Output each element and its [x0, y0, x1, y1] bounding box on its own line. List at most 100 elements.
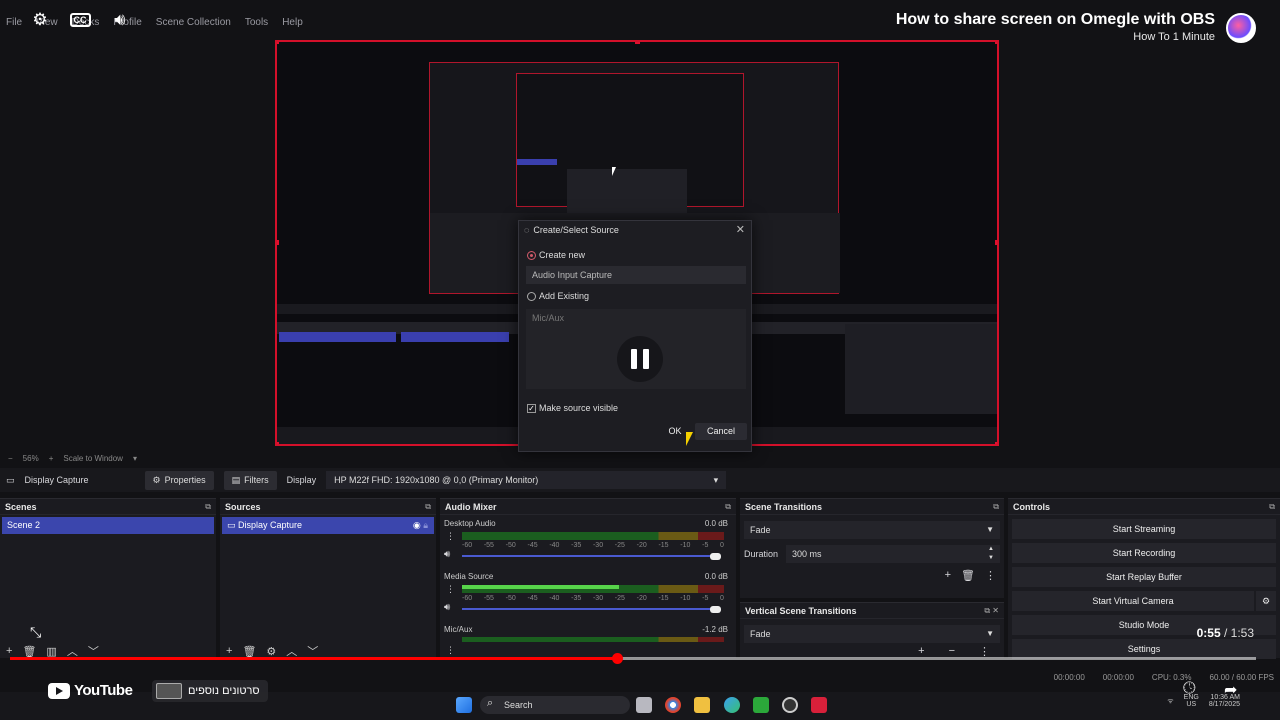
meter-tick: 0 — [720, 542, 724, 549]
preview-zoom-bar: − 56% + Scale to Window ▾ — [0, 451, 300, 465]
volume-slider[interactable] — [462, 608, 720, 610]
sources-dock: Sources ⧉ ▭ Display Capture ◉ 🔒︎ + 🗑︎ ⚙ ︿ ﹀ — [220, 498, 436, 658]
properties-button[interactable]: ⚙ Properties — [144, 470, 214, 490]
make-visible-option[interactable]: ✓ Make source visible — [527, 403, 618, 413]
volume-knob[interactable] — [710, 606, 721, 613]
monitor-icon: ▭ — [227, 520, 239, 530]
gear-icon[interactable]: ⚙ — [29, 9, 51, 31]
meter-tick: -10 — [680, 595, 691, 602]
transition-select[interactable]: Fade ▼ — [744, 521, 1000, 539]
edge-icon[interactable] — [724, 697, 740, 713]
meter-tick: -30 — [592, 595, 604, 602]
nested-preview-frame-2 — [516, 73, 744, 219]
settings-button[interactable]: Settings — [1012, 639, 1276, 659]
zoom-minus-icon[interactable]: − — [8, 454, 13, 463]
source-name-input[interactable]: Audio Input Capture — [526, 266, 746, 284]
spin-icon[interactable]: ▲ ▼ — [988, 545, 994, 563]
display-select[interactable]: HP M22f FHD: 1920x1080 @ 0,0 (Primary Mo… — [326, 471, 727, 489]
gear-icon[interactable]: ⚙ — [1256, 591, 1276, 611]
zoom-plus-icon[interactable]: + — [49, 454, 54, 463]
minimize-player-icon[interactable]: ⤡ — [30, 624, 41, 641]
add-icon[interactable]: + — [945, 569, 951, 582]
undock-icon[interactable]: ⧉ — [993, 502, 999, 512]
obs-menubar: File View Docks Profile Scene Collection… — [0, 12, 400, 34]
captions-icon[interactable]: CC — [69, 9, 91, 31]
menu-scene-collection[interactable]: Scene Collection — [156, 12, 231, 34]
add-existing-option[interactable]: Add Existing — [527, 291, 589, 301]
start-recording-button[interactable]: Start Recording — [1012, 543, 1276, 563]
cancel-button[interactable]: Cancel — [695, 423, 747, 440]
recorder-icon[interactable] — [811, 697, 827, 713]
eye-icon[interactable]: ◉ — [413, 520, 421, 530]
undock-icon[interactable]: ⧉ — [425, 502, 431, 512]
menu-dots-icon[interactable]: ⋮ — [446, 531, 455, 542]
undock-icon[interactable]: ⧉ — [725, 502, 731, 512]
volume-icon[interactable]: 🔊︎ — [444, 602, 450, 613]
duration-input[interactable]: 300 ms ▲ ▼ — [786, 545, 1000, 563]
camtasia-icon[interactable] — [753, 697, 769, 713]
trash-icon[interactable]: 🗑︎ — [242, 645, 256, 658]
menu-file[interactable]: File — [6, 12, 22, 34]
scene-item[interactable]: Scene 2 — [2, 517, 214, 534]
source-item[interactable]: ▭ Display Capture ◉ 🔒︎ — [222, 517, 434, 534]
wifi-icon[interactable]: ᯤ — [1167, 697, 1173, 706]
source-toolbar: ▭ Display Capture ⚙ Properties ▤ Filters D… — [0, 468, 1280, 492]
add-existing-radio[interactable] — [527, 291, 536, 301]
start-streaming-button[interactable]: Start Streaming — [1012, 519, 1276, 539]
video-title-block[interactable]: How to share screen on Omegle with OBS H… — [896, 11, 1215, 43]
menu-dots-icon[interactable]: ⋮ — [446, 645, 455, 656]
menu-dots-icon[interactable]: ⋮ — [985, 569, 996, 582]
windows-start-icon[interactable] — [456, 697, 472, 713]
lock-icon[interactable]: 🔒︎ — [423, 520, 428, 530]
add-icon[interactable]: + — [6, 645, 12, 657]
more-videos-button[interactable]: סרטונים נוספים — [152, 680, 268, 702]
add-icon[interactable]: + — [226, 645, 232, 657]
pause-button[interactable] — [617, 336, 663, 382]
youtube-logo[interactable]: YouTube — [48, 682, 133, 699]
filter-icon[interactable]: ▥ — [46, 645, 56, 658]
scale-mode[interactable]: Scale to Window — [63, 454, 123, 463]
taskbar-search[interactable]: Search — [480, 696, 630, 714]
selected-source-name: Display Capture — [24, 475, 89, 485]
zoom-level: 56% — [22, 453, 39, 463]
start-replay-buffer-button[interactable]: Start Replay Buffer — [1012, 567, 1276, 587]
level-meter — [462, 637, 724, 642]
ok-button[interactable]: OK — [663, 423, 687, 440]
meter-tick: -30 — [592, 542, 604, 549]
volume-icon[interactable]: 🔊︎ — [444, 549, 450, 560]
undock-icon[interactable]: ⧉ — [1269, 502, 1275, 512]
sources-footer: + 🗑︎ ⚙ ︿ ﹀ — [220, 644, 318, 658]
existing-source-item[interactable]: Mic/Aux — [532, 313, 564, 323]
watch-later-icon[interactable]: 🕓︎ — [1183, 680, 1196, 698]
filters-button[interactable]: ▤ Filters — [223, 470, 277, 490]
progress-knob[interactable] — [611, 653, 623, 664]
make-visible-checkbox[interactable]: ✓ — [527, 403, 536, 413]
gear-icon[interactable]: ⚙ — [266, 645, 276, 658]
chevron-down-icon[interactable]: ▾ — [133, 454, 137, 463]
create-new-radio[interactable] — [527, 250, 536, 260]
channel-avatar[interactable] — [1226, 13, 1256, 43]
trash-icon[interactable]: 🗑︎ — [22, 645, 36, 658]
volume-icon[interactable]: 🔊︎ — [109, 9, 131, 31]
menu-help[interactable]: Help — [282, 12, 303, 34]
volume-slider[interactable] — [462, 555, 720, 557]
close-icon[interactable]: ✕ — [736, 223, 745, 236]
vertical-transition-select[interactable]: Fade ▼ — [744, 625, 1000, 643]
menu-tools[interactable]: Tools — [245, 12, 268, 34]
chrome-icon[interactable] — [665, 697, 681, 713]
volume-knob[interactable] — [710, 553, 721, 560]
trash-icon[interactable]: 🗑︎ — [961, 569, 975, 582]
video-title[interactable]: How to share screen on Omegle with OBS — [896, 11, 1215, 29]
filter-icon: ▤ — [231, 474, 241, 485]
task-view-icon[interactable] — [636, 697, 652, 713]
file-explorer-icon[interactable] — [694, 697, 710, 713]
menu-dots-icon[interactable]: ⋮ — [446, 584, 455, 595]
create-new-option[interactable]: Create new — [527, 250, 585, 260]
undock-icon[interactable]: ⧉ — [205, 502, 211, 512]
start-virtual-camera-button[interactable]: Start Virtual Camera — [1012, 591, 1254, 611]
obs-status-bar: 00:00:00 00:00:00 CPU: 0.3% 60.00 / 60.0… — [1054, 673, 1274, 682]
close-icon[interactable]: ⧉ ✕ — [984, 606, 999, 616]
share-icon[interactable]: ➦ — [1224, 680, 1237, 700]
obs-icon[interactable] — [782, 697, 798, 713]
thumbnail-icon — [156, 683, 182, 699]
